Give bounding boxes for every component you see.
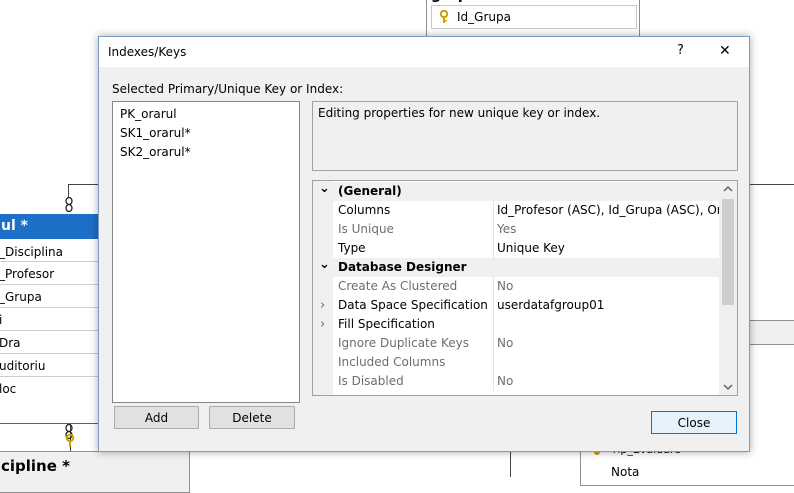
chevron-down-icon[interactable]: ⌄ [319,182,330,198]
table-field: _Profesor [0,267,55,281]
table-field: _Disciplina [0,245,64,259]
discipline-table[interactable]: cipline * [0,451,190,493]
infinity-icon [64,196,74,213]
dialog-titlebar[interactable]: Indexes/Keys ? ✕ [99,37,749,67]
property-category-database-designer[interactable]: ⌄ Database Designer [313,255,719,277]
column-divider [493,277,494,296]
row-divider [0,376,99,377]
property-row-is-disabled[interactable]: Is Disabled No [313,372,719,391]
relationship-line [748,184,794,185]
property-row-included-columns[interactable]: Included Columns [313,353,719,372]
discipline-table-title: cipline * [1,457,70,475]
list-item[interactable]: SK1_orarul* [120,126,191,140]
help-button[interactable]: ? [677,43,684,58]
column-divider [493,296,494,315]
property-rows: ⌄ (General) Columns Id_Profesor (ASC), I… [313,182,719,394]
property-row-type[interactable]: Type Unique Key [313,239,719,258]
close-icon[interactable]: ✕ [719,43,731,59]
relationship-line [68,184,100,185]
property-grid[interactable]: ⌄ (General) Columns Id_Profesor (ASC), I… [312,180,738,396]
key-icon [439,9,449,23]
column-divider [493,239,494,258]
orarul-table[interactable]: ul * _Disciplina _Profesor _Grupa i Dra … [0,214,100,424]
key-icon [65,433,75,450]
description-text: Editing properties for new unique key or… [318,106,601,120]
vertical-scrollbar[interactable] [719,181,737,395]
property-row-create-as-clustered[interactable]: Create As Clustered No [313,277,719,296]
table-field: loc [0,382,17,396]
row-divider [0,284,99,285]
list-item[interactable]: PK_orarul [120,107,177,121]
keys-list[interactable]: PK_orarul SK1_orarul* SK2_orarul* [112,101,300,403]
column-divider [493,334,494,353]
table-field: uditoriu [0,359,46,373]
dialog-title: Indexes/Keys [108,45,187,59]
property-row-fill-specification[interactable]: › Fill Specification [313,315,719,334]
list-item[interactable]: SK2_orarul* [120,145,191,159]
chevron-right-icon[interactable]: › [320,315,325,334]
orarul-table-body: _Disciplina _Profesor _Grupa i Dra udito… [0,239,99,401]
scroll-up-icon[interactable] [723,183,733,193]
delete-button[interactable]: Delete [209,406,295,429]
column-divider [493,201,494,220]
close-button[interactable]: Close [651,411,737,434]
indexes-keys-dialog: Indexes/Keys ? ✕ Selected Primary/Unique… [98,36,750,452]
orarul-table-title: ul * [1,218,28,234]
property-row-columns[interactable]: Columns Id_Profesor (ASC), Id_Grupa (ASC… [313,201,719,220]
row-divider [0,261,99,262]
column-divider [493,220,494,239]
row-divider [0,307,99,308]
chevron-right-icon[interactable]: › [320,296,325,315]
grupa-table-title: grupe [431,0,477,3]
relationship-line [68,184,69,198]
column-divider [493,315,494,334]
scrollbar-thumb[interactable] [722,199,734,305]
column-divider [493,372,494,391]
property-row-data-space-specification[interactable]: › Data Space Specification userdatafgrou… [313,296,719,315]
table-field: _Grupa [0,290,42,304]
relationship-line [510,450,511,477]
list-label: Selected Primary/Unique Key or Index: [112,82,344,96]
chevron-down-icon[interactable]: ⌄ [319,255,330,274]
description-box: Editing properties for new unique key or… [312,101,738,171]
grupa-key-field: Id_Grupa [457,10,511,24]
scroll-down-icon[interactable] [723,381,733,391]
table-field: i [0,313,3,327]
add-button[interactable]: Add [114,406,199,429]
property-category-general[interactable]: ⌄ (General) [313,182,719,201]
property-row-ignore-duplicate-keys[interactable]: Ignore Duplicate Keys No [313,334,719,353]
table-field: Dra [0,336,21,350]
property-row-is-unique[interactable]: Is Unique Yes [313,220,719,239]
column-divider [493,353,494,372]
grupa-table[interactable]: grupe Id_Grupa [426,0,640,38]
row-divider [0,330,99,331]
row-divider [0,353,99,354]
